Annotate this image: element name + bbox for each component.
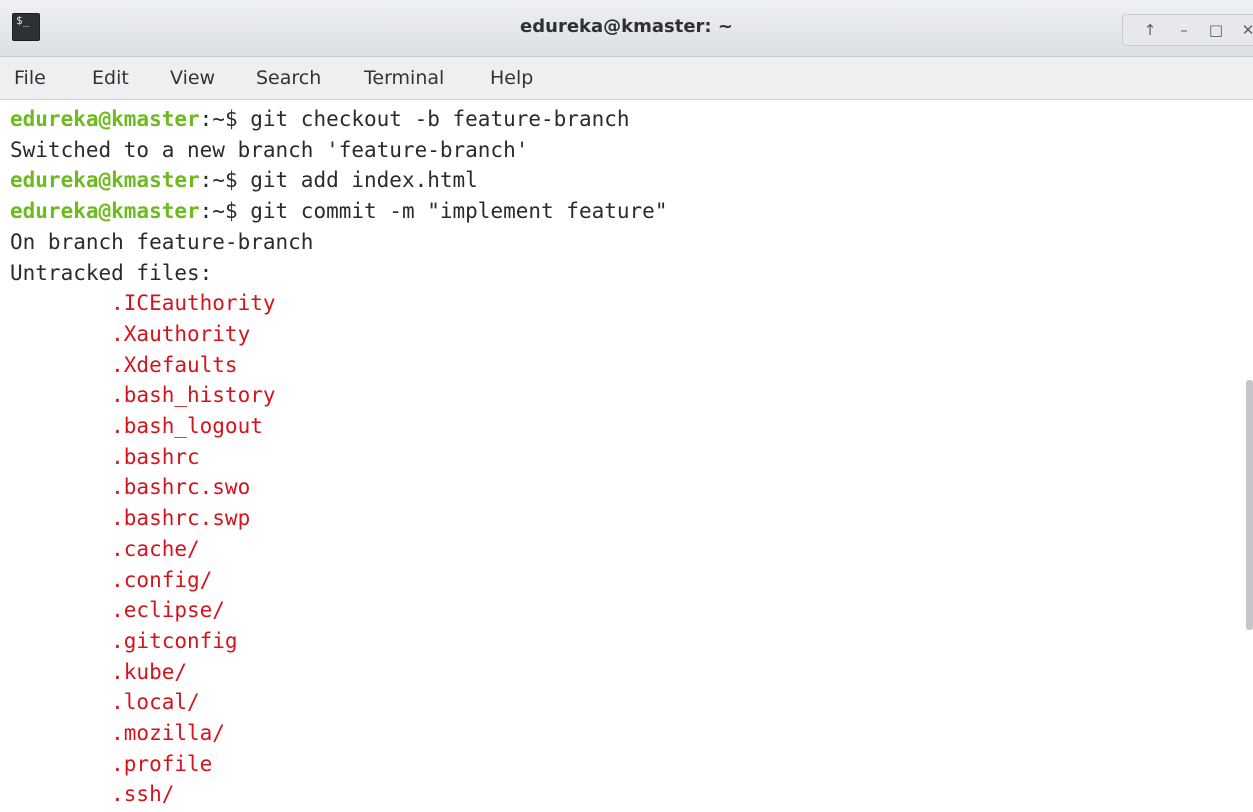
- output-line: On branch feature-branch: [10, 229, 314, 254]
- menu-bar: File Edit View Search Terminal Help: [0, 57, 1253, 100]
- untracked-file: .ssh/: [10, 782, 175, 807]
- menu-terminal[interactable]: Terminal: [358, 57, 450, 99]
- close-icon[interactable]: ✕: [1235, 17, 1253, 43]
- minimize-icon[interactable]: –: [1171, 17, 1197, 43]
- untracked-file: .local/: [10, 690, 200, 715]
- window-title: edureka@kmaster: ~: [520, 16, 733, 37]
- command-text: git checkout -b feature-branch: [250, 107, 630, 131]
- maximize-icon[interactable]: □: [1203, 17, 1229, 43]
- untracked-file: .bashrc.swp: [10, 506, 251, 531]
- command-line: edureka@kmaster:~$ git commit -m "implem…: [10, 196, 667, 226]
- untracked-file: .ICEauthority: [10, 291, 276, 316]
- prompt-path: :~$: [199, 199, 251, 224]
- untracked-file: .bash_logout: [10, 414, 263, 438]
- prompt-user-host: edureka@kmaster: [10, 168, 200, 193]
- title-bar[interactable]: $_ edureka@kmaster: ~ ↑ – □ ✕: [0, 0, 1253, 57]
- menu-file[interactable]: File: [8, 57, 52, 99]
- output-line: Untracked files:: [10, 260, 213, 285]
- scrollbar[interactable]: [1246, 380, 1253, 630]
- untracked-file: .eclipse/: [10, 598, 225, 623]
- command-text: git add index.html: [250, 168, 478, 193]
- terminal-output[interactable]: edureka@kmaster:~$ git checkout -b featu…: [0, 100, 1253, 812]
- untracked-file: .profile: [10, 751, 213, 776]
- menu-view[interactable]: View: [164, 57, 221, 99]
- prompt-user-host: edureka@kmaster: [10, 199, 200, 224]
- untracked-file: .bashrc: [10, 444, 200, 469]
- untracked-file: .bash_history: [10, 383, 276, 408]
- command-text: git commit -m "implement feature": [250, 199, 668, 224]
- menu-search[interactable]: Search: [250, 57, 327, 99]
- untracked-file: .config/: [10, 567, 213, 592]
- output-line: Switched to a new branch 'feature-branch…: [10, 137, 529, 162]
- untracked-file: .Xdefaults: [10, 352, 238, 377]
- window-controls: ↑ – □ ✕: [1122, 14, 1253, 46]
- untracked-file: .cache/: [10, 536, 200, 561]
- command-line: edureka@kmaster:~$ git add index.html: [10, 165, 478, 195]
- prompt-path: :~$: [199, 168, 251, 193]
- command-line: edureka@kmaster:~$ git checkout -b featu…: [10, 104, 630, 134]
- prompt-user-host: edureka@kmaster: [10, 107, 200, 131]
- terminal-window: $_ edureka@kmaster: ~ ↑ – □ ✕ File Edit …: [0, 0, 1253, 812]
- untracked-file: .Xauthority: [10, 321, 251, 346]
- up-arrow-icon[interactable]: ↑: [1137, 17, 1163, 43]
- untracked-file: .mozilla/: [10, 721, 225, 745]
- menu-edit[interactable]: Edit: [86, 57, 135, 99]
- untracked-file: .gitconfig: [10, 628, 238, 653]
- menu-help[interactable]: Help: [484, 57, 539, 99]
- untracked-file: .bashrc.swo: [10, 475, 251, 500]
- untracked-file: .kube/: [10, 659, 188, 684]
- prompt-path: :~$: [199, 107, 251, 131]
